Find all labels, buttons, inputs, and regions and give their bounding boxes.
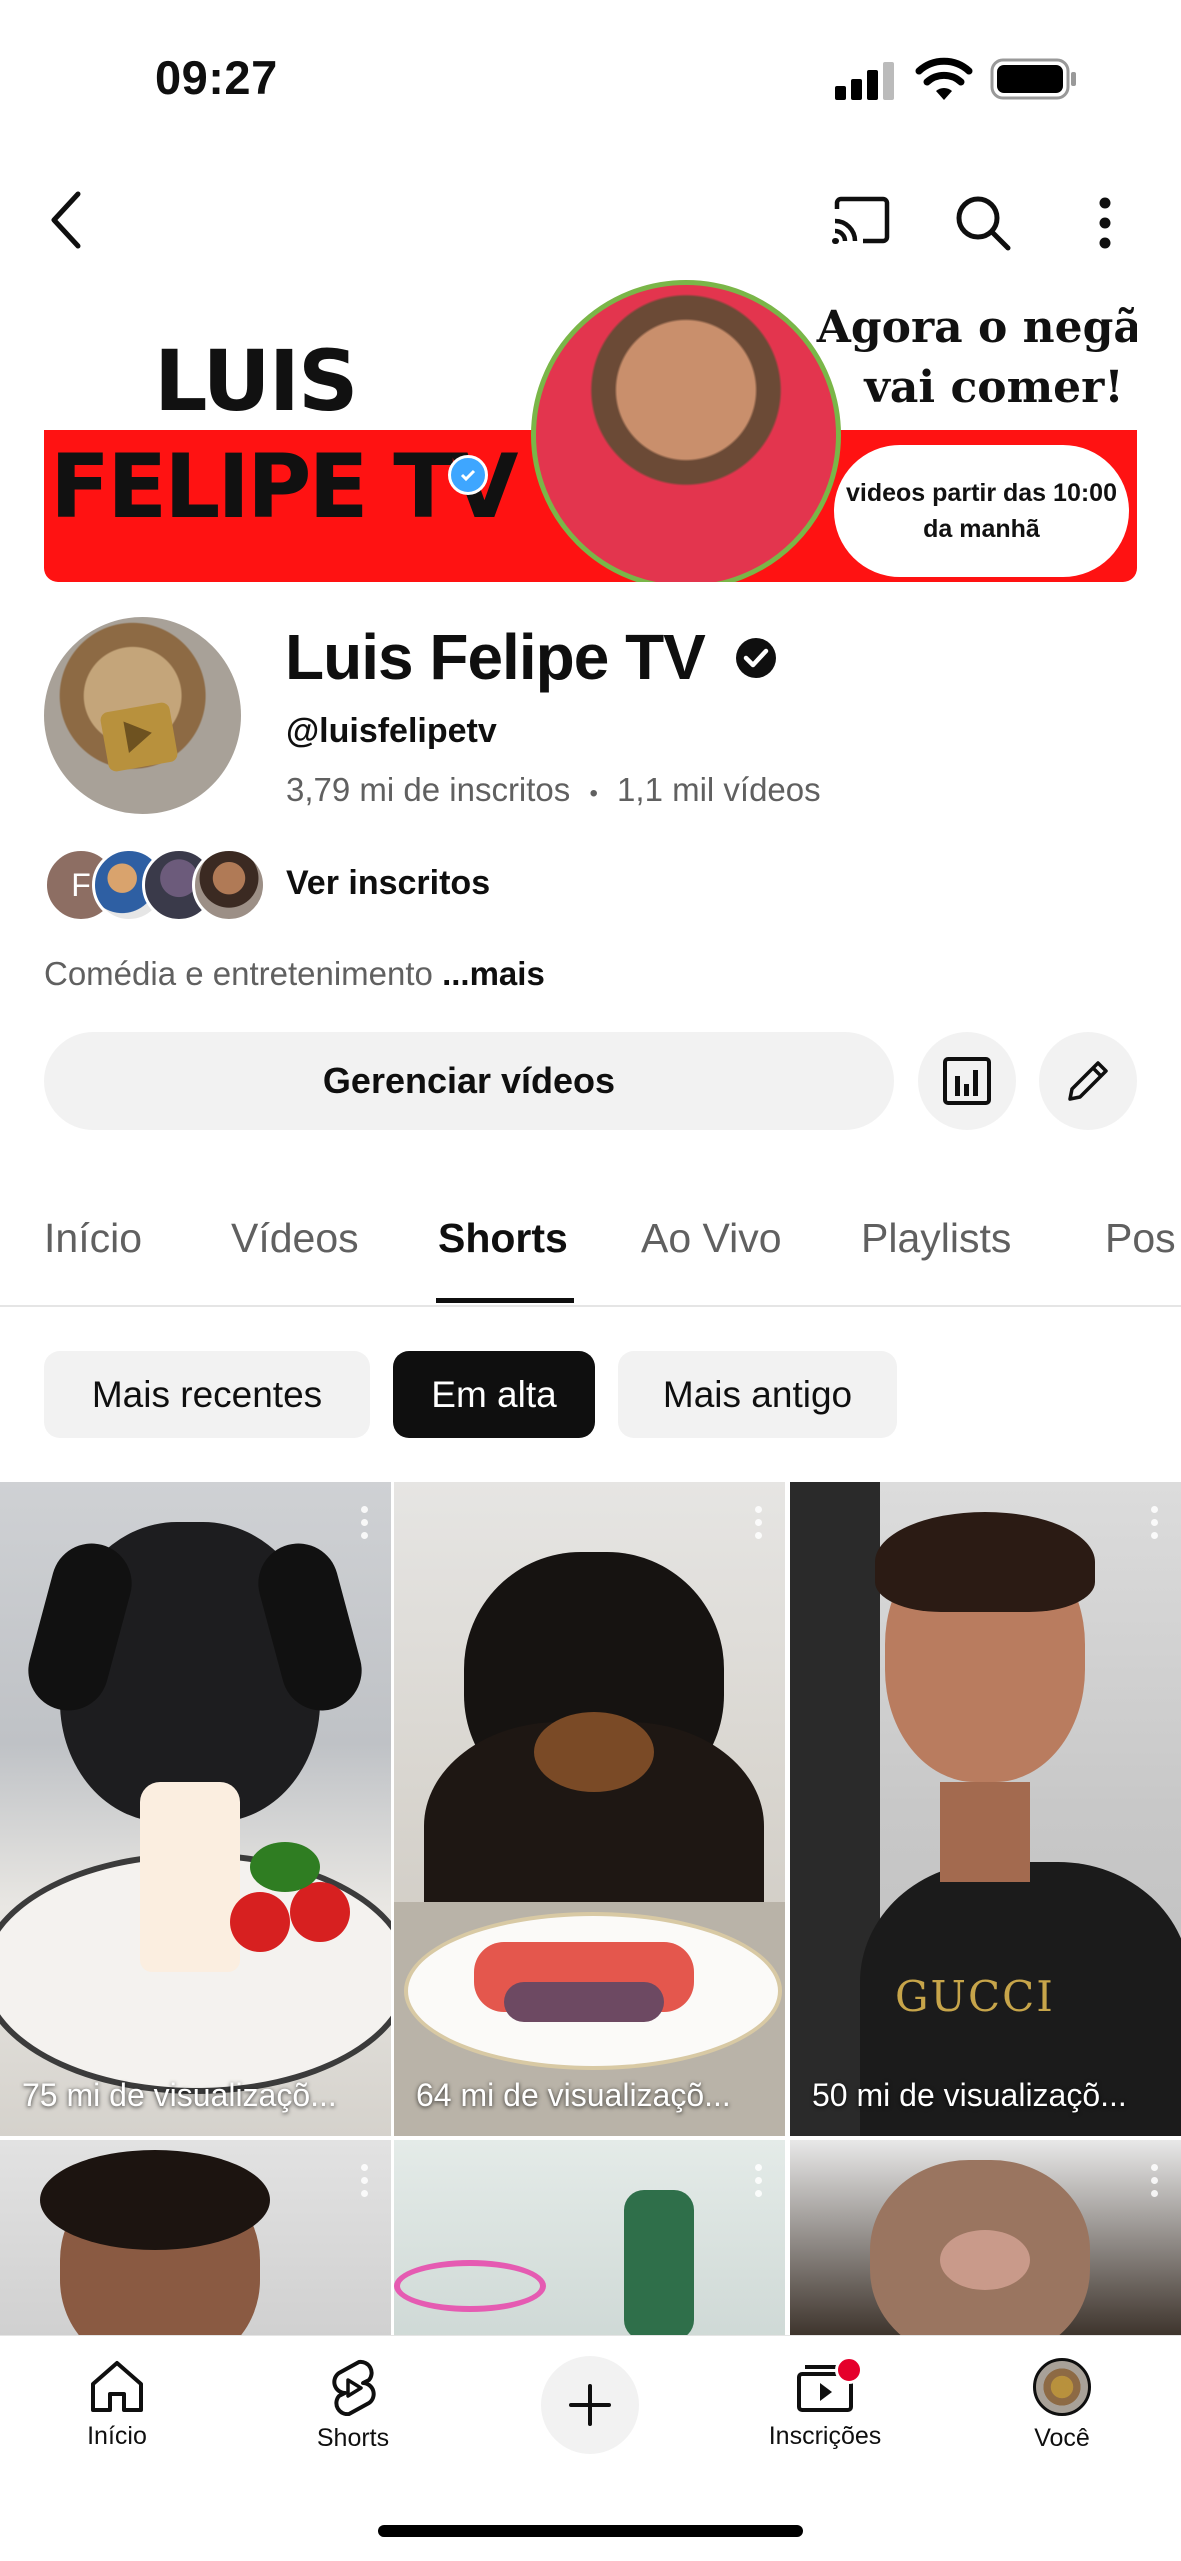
tab-shorts[interactable]: Shorts bbox=[438, 1215, 568, 1262]
tab-videos[interactable]: Vídeos bbox=[231, 1215, 359, 1262]
filter-chip-recent[interactable]: Mais recentes bbox=[44, 1351, 370, 1438]
subscriber-count: 3,79 mi de inscritos bbox=[286, 771, 571, 808]
short-menu-icon[interactable] bbox=[361, 2164, 369, 2203]
nav-subscriptions[interactable]: Inscrições bbox=[735, 2356, 915, 2451]
filter-chip-oldest[interactable]: Mais antigo bbox=[618, 1351, 897, 1438]
nav-you[interactable]: Você bbox=[972, 2358, 1152, 2453]
filter-chip-popular[interactable]: Em alta bbox=[393, 1351, 595, 1438]
analytics-icon bbox=[943, 1057, 991, 1105]
channel-description[interactable]: Comédia e entretenimento ...mais bbox=[44, 955, 545, 993]
banner-quote: Agora o negão vai comer! bbox=[816, 302, 1137, 413]
nav-shorts[interactable]: Shorts bbox=[263, 2358, 443, 2453]
search-button[interactable] bbox=[950, 190, 1016, 256]
back-button[interactable] bbox=[36, 185, 96, 255]
channel-stats: 3,79 mi de inscritos • 1,1 mil vídeos bbox=[286, 771, 821, 809]
banner-schedule: videos partir das 10:00 da manhã bbox=[834, 445, 1129, 577]
subscriber-avatars[interactable]: F bbox=[44, 848, 266, 922]
short-view-count: 75 mi de visualizaçõ... bbox=[22, 2077, 337, 2113]
shorts-icon bbox=[332, 2359, 376, 2416]
short-thumbnail[interactable] bbox=[790, 2140, 1181, 2340]
banner-title-line1: LUIS bbox=[154, 332, 358, 430]
channel-avatar[interactable] bbox=[44, 617, 241, 814]
battery-icon bbox=[990, 58, 1078, 100]
channel-tabs: Início Vídeos Shorts Ao Vivo Playlists P… bbox=[0, 1190, 1181, 1305]
create-button[interactable] bbox=[541, 2356, 639, 2454]
status-time: 09:27 bbox=[155, 51, 278, 104]
short-menu-icon[interactable] bbox=[1151, 1506, 1159, 1545]
channel-handle: @luisfelipetv bbox=[286, 712, 497, 750]
channel-name: Luis Felipe TV bbox=[285, 621, 706, 693]
short-menu-icon[interactable] bbox=[1151, 2164, 1159, 2203]
banner-title-line2: FELIPE TV bbox=[50, 435, 518, 538]
banner-portrait bbox=[531, 280, 841, 582]
create-icon bbox=[569, 2384, 611, 2426]
tabs-divider bbox=[0, 1305, 1181, 1307]
video-count: 1,1 mil vídeos bbox=[617, 771, 821, 808]
cast-button[interactable] bbox=[828, 190, 894, 250]
search-icon bbox=[956, 196, 1011, 251]
nav-you-label: Você bbox=[1034, 2424, 1090, 2452]
banner-verified-icon bbox=[448, 455, 488, 495]
edit-channel-button[interactable] bbox=[1039, 1032, 1137, 1130]
cast-icon bbox=[832, 196, 890, 244]
home-icon bbox=[91, 2361, 143, 2412]
view-subscribers-link[interactable]: Ver inscritos bbox=[286, 864, 490, 903]
short-view-count: 64 mi de visualizaçõ... bbox=[416, 2077, 731, 2113]
manage-videos-button[interactable]: Gerenciar vídeos bbox=[44, 1032, 894, 1130]
nav-home-label: Início bbox=[87, 2422, 147, 2450]
chevron-left-icon bbox=[51, 191, 81, 249]
short-thumbnail[interactable]: 75 mi de visualizaçõ... bbox=[0, 1482, 391, 2136]
nav-home[interactable]: Início bbox=[27, 2358, 207, 2451]
channel-banner: LUIS FELIPE TV Agora o negão vai comer! … bbox=[44, 280, 1137, 582]
short-view-count: 50 mi de visualizaçõ... bbox=[812, 2077, 1127, 2113]
short-menu-icon[interactable] bbox=[361, 1506, 369, 1545]
short-thumbnail[interactable] bbox=[394, 2140, 785, 2340]
tab-posts[interactable]: Pos bbox=[1105, 1215, 1176, 1262]
home-indicator bbox=[378, 2525, 803, 2537]
nav-subscriptions-label: Inscrições bbox=[768, 2422, 882, 2450]
more-link[interactable]: ...mais bbox=[442, 955, 545, 992]
analytics-button[interactable] bbox=[918, 1032, 1016, 1130]
short-menu-icon[interactable] bbox=[755, 1506, 763, 1545]
channel-category: Comédia e entretenimento bbox=[44, 955, 433, 992]
short-menu-icon[interactable] bbox=[755, 2164, 763, 2203]
profile-avatar bbox=[1033, 2358, 1091, 2416]
verified-badge-icon bbox=[734, 636, 778, 680]
short-thumbnail[interactable]: GUCCI 50 mi de visualizaçõ... bbox=[790, 1482, 1181, 2136]
more-options-button[interactable] bbox=[1080, 190, 1130, 256]
wifi-icon bbox=[915, 56, 973, 102]
active-tab-indicator bbox=[436, 1298, 574, 1303]
more-vert-icon bbox=[1099, 197, 1111, 249]
subscriber-avatar bbox=[192, 848, 266, 922]
short-thumbnail[interactable] bbox=[0, 2140, 391, 2340]
nav-shorts-label: Shorts bbox=[316, 2424, 390, 2452]
notification-dot bbox=[835, 2356, 863, 2384]
cellular-signal-icon bbox=[835, 60, 897, 100]
tab-ao-vivo[interactable]: Ao Vivo bbox=[641, 1215, 782, 1262]
stats-separator: • bbox=[589, 780, 598, 807]
pencil-icon bbox=[1068, 1061, 1108, 1101]
short-thumbnail[interactable]: 64 mi de visualizaçõ... bbox=[394, 1482, 785, 2136]
tab-inicio[interactable]: Início bbox=[44, 1215, 142, 1262]
tab-playlists[interactable]: Playlists bbox=[861, 1215, 1011, 1262]
